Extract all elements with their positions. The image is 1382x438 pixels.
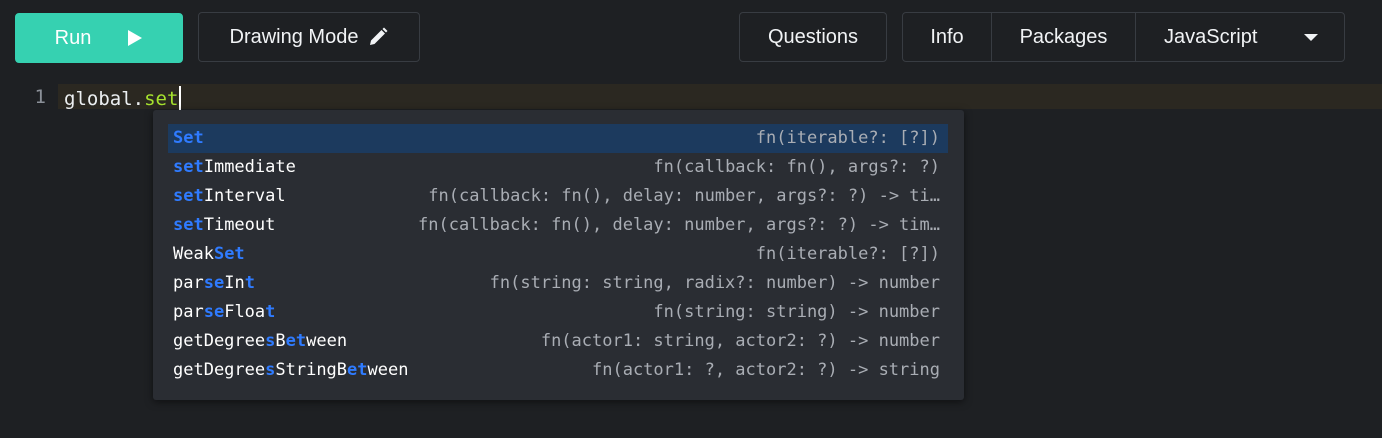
autocomplete-item-signature: fn(iterable?: [?]) — [755, 128, 940, 148]
autocomplete-item-name: WeakSet — [173, 240, 245, 269]
autocomplete-item-signature: fn(actor1: string, actor2: ?) -> number — [540, 331, 940, 351]
name-fragment: getDegree — [173, 360, 266, 380]
autocomplete-item[interactable]: getDegreesStringBetween fn(actor1: ?, act… — [168, 356, 948, 385]
info-button[interactable]: Info — [903, 13, 992, 61]
match-highlight: set — [173, 186, 204, 206]
language-select[interactable]: JavaScript — [1136, 13, 1344, 61]
match-highlight: t — [244, 273, 255, 293]
autocomplete-item[interactable]: Set fn(iterable?: [?]) — [168, 124, 948, 153]
autocomplete-item[interactable]: setTimeout fn(callback: fn(), delay: numb… — [168, 211, 948, 240]
autocomplete-item[interactable]: parseInt fn(string: string, radix?: numbe… — [168, 269, 948, 298]
name-fragment: Immediate — [203, 157, 296, 177]
name-fragment: Timeout — [203, 215, 276, 235]
match-highlight: s — [265, 360, 276, 380]
name-fragment: getDegree — [173, 331, 266, 351]
autocomplete-item-name: parseInt — [173, 269, 255, 298]
toolbar: Run Drawing Mode Questions Info Packages… — [0, 0, 1382, 78]
toolbar-segment: Info Packages JavaScript — [902, 12, 1345, 62]
autocomplete-item-name: getDegreesStringBetween — [173, 356, 408, 385]
match-highlight: t — [265, 302, 276, 322]
run-button[interactable]: Run — [15, 13, 183, 63]
line-number: 1 — [34, 86, 46, 108]
autocomplete-item[interactable]: getDegreesBetween fn(actor1: string, acto… — [168, 327, 948, 356]
code-property: set — [144, 88, 179, 110]
match-highlight: se — [203, 302, 225, 322]
play-icon — [128, 30, 143, 46]
name-fragment: Interval — [203, 186, 286, 206]
autocomplete-item-name: Set — [173, 124, 204, 153]
name-fragment: par — [173, 273, 204, 293]
autocomplete-item-signature: fn(string: string) -> number — [653, 302, 940, 322]
autocomplete-item-signature: fn(string: string, radix?: number) -> nu… — [489, 273, 940, 293]
code-line[interactable]: global.set — [64, 86, 182, 110]
run-label: Run — [54, 26, 92, 49]
autocomplete-item-signature: fn(callback: fn(), args?: ?) — [653, 157, 940, 177]
name-fragment: ween — [306, 331, 348, 351]
name-fragment: In — [224, 273, 245, 293]
autocomplete-item[interactable]: setImmediate fn(callback: fn(), args?: ?) — [168, 153, 948, 182]
name-fragment: StringB — [275, 360, 348, 380]
match-highlight: se — [203, 273, 225, 293]
code-dot: . — [132, 88, 145, 110]
match-highlight: et — [347, 360, 368, 380]
info-label: Info — [930, 25, 964, 48]
active-line-highlight — [58, 84, 1382, 109]
autocomplete-item-name: getDegreesBetween — [173, 327, 347, 356]
autocomplete-item-name: setImmediate — [173, 153, 296, 182]
questions-button[interactable]: Questions — [739, 12, 887, 62]
autocomplete-popup: Set fn(iterable?: [?]) setImmediate fn(call… — [153, 110, 964, 400]
name-fragment: ween — [367, 360, 409, 380]
match-highlight: Set — [173, 128, 204, 148]
match-highlight: set — [173, 215, 204, 235]
name-fragment: Weak — [173, 244, 214, 264]
autocomplete-item-signature: fn(iterable?: [?]) — [755, 244, 940, 264]
name-fragment: Floa — [224, 302, 266, 322]
match-highlight: s — [265, 331, 276, 351]
pencil-icon — [370, 27, 388, 45]
drawing-mode-button[interactable]: Drawing Mode — [198, 12, 420, 62]
match-highlight: et — [285, 331, 307, 351]
name-fragment: par — [173, 302, 204, 322]
text-cursor — [179, 86, 182, 110]
autocomplete-item-name: setTimeout — [173, 211, 275, 240]
drawing-mode-label: Drawing Mode — [229, 25, 359, 48]
autocomplete-item-signature: fn(actor1: ?, actor2: ?) -> string — [592, 360, 940, 380]
chevron-down-icon — [1304, 34, 1318, 41]
autocomplete-item[interactable]: setInterval fn(callback: fn(), delay: num… — [168, 182, 948, 211]
code-object: global — [64, 88, 133, 110]
autocomplete-item[interactable]: WeakSet fn(iterable?: [?]) — [168, 240, 948, 269]
language-label: JavaScript — [1164, 25, 1258, 48]
packages-button[interactable]: Packages — [992, 13, 1136, 61]
autocomplete-item-signature: fn(callback: fn(), delay: number, args?:… — [428, 186, 940, 206]
match-highlight: set — [173, 157, 204, 177]
packages-label: Packages — [1019, 25, 1108, 48]
autocomplete-item[interactable]: parseFloat fn(string: string) -> number — [168, 298, 948, 327]
autocomplete-item-signature: fn(callback: fn(), delay: number, args?:… — [418, 215, 940, 235]
autocomplete-item-name: setInterval — [173, 182, 286, 211]
name-fragment: B — [275, 331, 286, 351]
questions-label: Questions — [767, 25, 859, 48]
match-highlight: Set — [213, 244, 245, 264]
autocomplete-item-name: parseFloat — [173, 298, 275, 327]
